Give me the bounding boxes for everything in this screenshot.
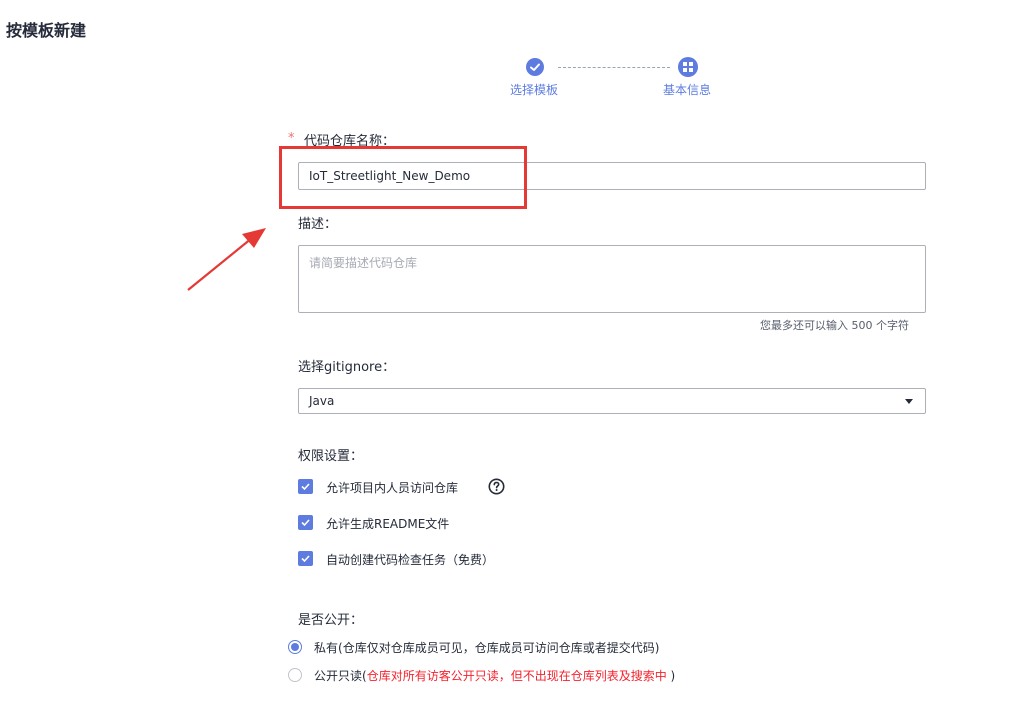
gitignore-label: 选择gitignore：	[298, 360, 396, 375]
radio-public-paren-close: )	[666, 669, 676, 683]
radio-label-private: 私有(仓库仅对仓库成员可见，仓库成员可访问仓库或者提交代码)	[314, 639, 659, 656]
gitignore-select[interactable]: Java	[298, 388, 926, 414]
description-label: 描述：	[298, 217, 338, 232]
radio-private[interactable]	[288, 640, 302, 654]
step-label-select-template[interactable]: 选择模板	[510, 81, 558, 98]
annotation-arrow-icon	[187, 228, 266, 291]
radio-private-main: 私有	[314, 641, 339, 655]
check-icon	[301, 483, 310, 491]
visibility-label: 是否公开：	[298, 613, 364, 628]
check-icon	[301, 519, 310, 527]
step-connector	[558, 67, 670, 68]
char-counter: 您最多还可以输入 500 个字符	[760, 317, 909, 333]
permissions-label: 权限设置：	[298, 449, 364, 464]
checkbox-auto-code-check[interactable]	[298, 551, 313, 566]
radio-public-readonly[interactable]	[288, 668, 302, 682]
caret-down-icon	[905, 398, 913, 404]
annotation-highlight-box	[279, 146, 527, 209]
radio-public-main: 公开只读	[314, 669, 363, 683]
counter-suffix: 个字符	[876, 319, 909, 332]
check-icon	[301, 555, 310, 563]
radio-public-detail: 仓库对所有访客公开只读，但不出现在仓库列表及搜索中	[366, 669, 667, 683]
checkbox-label-auto-code-check: 自动创建代码检查任务（免费）	[326, 553, 495, 567]
check-icon	[530, 63, 540, 71]
step-label-basic-info: 基本信息	[663, 83, 712, 97]
checkbox-label-project-members-access: 允许项目内人员访问仓库	[326, 481, 459, 495]
description-input[interactable]	[298, 245, 926, 313]
required-mark: *	[288, 131, 295, 146]
checkbox-generate-readme[interactable]	[298, 515, 313, 530]
help-question-icon[interactable]	[488, 478, 505, 495]
grid-icon	[683, 62, 693, 72]
counter-prefix: 您最多还可以输入	[760, 319, 848, 332]
page-title: 按模板新建	[6, 21, 87, 40]
step-active-icon	[678, 57, 698, 77]
step-done-icon	[526, 58, 544, 76]
radio-label-public-readonly: 公开只读(仓库对所有访客公开只读，但不出现在仓库列表及搜索中 )	[314, 667, 675, 684]
gitignore-selected-value: Java	[309, 394, 335, 408]
checkbox-label-generate-readme: 允许生成README文件	[326, 517, 450, 531]
checkbox-project-members-access[interactable]	[298, 479, 313, 494]
radio-private-detail: (仓库仅对仓库成员可见，仓库成员可访问仓库或者提交代码)	[338, 641, 660, 655]
counter-value: 500	[851, 319, 873, 332]
